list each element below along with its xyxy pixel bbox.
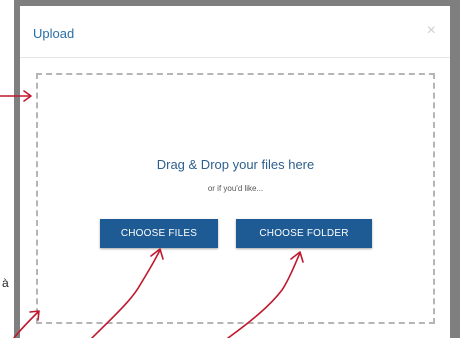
edge-text-fragment: à (2, 276, 9, 290)
upload-dialog: Upload × Drag & Drop your files here or … (20, 6, 450, 338)
close-icon[interactable]: × (427, 23, 436, 39)
drop-zone[interactable]: Drag & Drop your files here or if you'd … (36, 73, 435, 324)
drop-zone-title: Drag & Drop your files here (156, 157, 315, 172)
choose-folder-button[interactable]: CHOOSE FOLDER (236, 219, 372, 248)
dialog-header: Upload × (20, 6, 450, 58)
dialog-title: Upload (33, 26, 75, 41)
choose-files-button[interactable]: CHOOSE FILES (100, 219, 218, 248)
drop-zone-subtitle: or if you'd like... (207, 184, 264, 193)
